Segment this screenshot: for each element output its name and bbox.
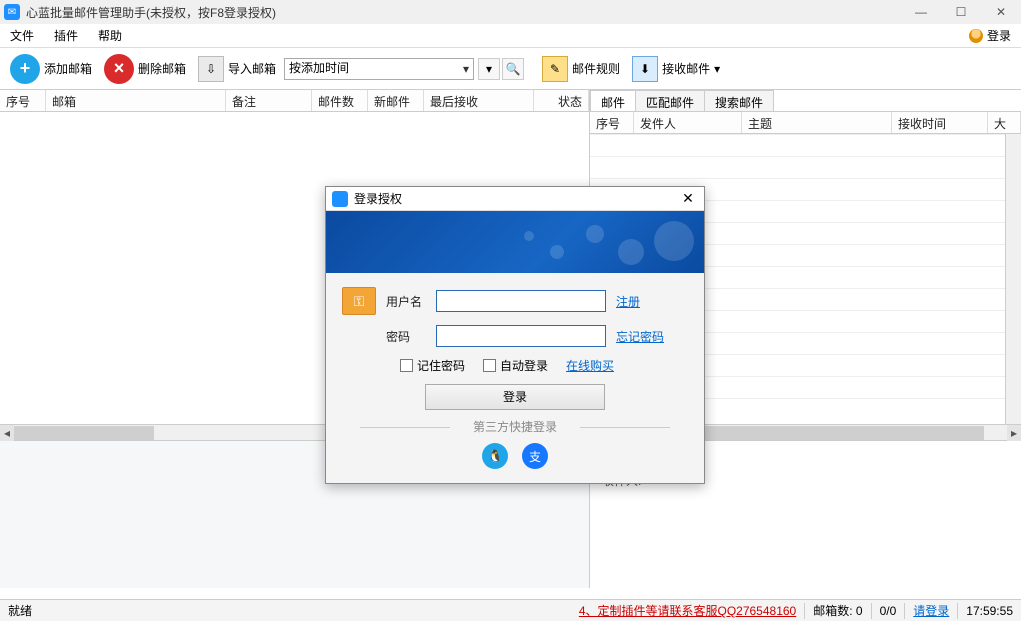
sort-selected: 按添加时间 [289,61,349,75]
receive-mail-button[interactable]: ⬇ 接收邮件 [628,51,724,87]
col-remark[interactable]: 备注 [226,90,312,111]
mail-grid-header: 序号 发件人 主题 接收时间 大 [590,112,1021,134]
login-dialog: 登录授权 ✕ ⚿ 用户名 注册 密码 忘记密码 记住密码 自动登录 [325,186,705,484]
col-state[interactable]: 状态 [534,90,589,111]
mcol-subject[interactable]: 主题 [742,112,892,133]
mailbox-grid-header: 序号 邮箱 备注 邮件数 新邮件 最后接收 状态 [0,90,589,112]
mailbox-count: 邮箱数: 0 [813,602,862,619]
mcol-seq[interactable]: 序号 [590,112,634,133]
tab-match[interactable]: 匹配邮件 [635,90,705,111]
add-mailbox-label: 添加邮箱 [44,60,92,77]
status-ready: 就绪 [8,602,32,619]
user-icon [969,29,983,43]
menu-file[interactable]: 文件 [0,24,44,47]
maximize-button[interactable]: ☐ [941,0,981,24]
qq-login-icon[interactable]: 🐧 [482,443,508,469]
delete-mailbox-label: 删除邮箱 [138,60,186,77]
mail-rules-button[interactable]: ✎ 邮件规则 [538,51,624,87]
login-label: 登录 [987,27,1011,44]
import-mailbox-label: 导入邮箱 [228,60,276,77]
app-title: 心蓝批量邮件管理助手(未授权，按F8登录授权) [26,4,276,21]
mail-tabs: 邮件 匹配邮件 搜索邮件 [590,90,1021,112]
col-mailbox[interactable]: 邮箱 [46,90,226,111]
col-count[interactable]: 邮件数 [312,90,368,111]
remember-checkbox[interactable]: 记住密码 [400,357,465,374]
dialog-titlebar[interactable]: 登录授权 ✕ [326,187,704,211]
buy-link[interactable]: 在线购买 [566,357,614,374]
checkbox-icon [483,359,496,372]
username-label: 用户名 [386,293,426,310]
dialog-banner [326,211,704,273]
dialog-title: 登录授权 [354,190,402,207]
dialog-app-icon [332,191,348,207]
dialog-body: ⚿ 用户名 注册 密码 忘记密码 记住密码 自动登录 在线购买 登录 第三方快捷… [326,273,704,483]
register-link[interactable]: 注册 [616,293,640,310]
clock: 17:59:55 [966,604,1013,618]
toolbar: + 添加邮箱 × 删除邮箱 ⇩ 导入邮箱 按添加时间 ▾ 🔍 ✎ 邮件规则 ⬇ … [0,48,1021,90]
mcol-recv[interactable]: 接收时间 [892,112,988,133]
scroll-thumb[interactable] [14,426,154,440]
tab-mail[interactable]: 邮件 [590,90,636,111]
minimize-button[interactable]: — [901,0,941,24]
dialog-close-icon[interactable]: ✕ [678,190,698,207]
key-icon: ⚿ [342,287,376,315]
thirdparty-label: 第三方快捷登录 [342,418,688,435]
mail-rules-label: 邮件规则 [572,60,620,77]
add-mailbox-button[interactable]: + 添加邮箱 [6,51,96,87]
app-icon: ✉ [4,4,20,20]
close-button[interactable]: ✕ [981,0,1021,24]
thirdparty-icons: 🐧 支 [342,435,688,473]
please-login-link[interactable]: 请登录 [913,602,949,619]
login-button[interactable]: 登录 [425,384,605,410]
receive-icon: ⬇ [632,56,658,82]
menu-plugin[interactable]: 插件 [44,24,88,47]
receive-mail-label: 接收邮件 [662,60,710,77]
window-buttons: — ☐ ✕ [901,0,1021,24]
delete-mailbox-button[interactable]: × 删除邮箱 [100,51,190,87]
remember-label: 记住密码 [417,357,465,374]
mail-vscroll[interactable] [1005,134,1021,424]
autologin-label: 自动登录 [500,357,548,374]
mcol-size[interactable]: 大 [988,112,1021,133]
forgot-link[interactable]: 忘记密码 [616,328,664,345]
mcol-sender[interactable]: 发件人 [634,112,742,133]
rules-icon: ✎ [542,56,568,82]
x-icon: × [104,54,134,84]
sort-dropdown[interactable]: 按添加时间 [284,58,474,80]
import-icon: ⇩ [198,56,224,82]
mscroll-right-icon[interactable]: ▸ [1007,425,1021,441]
search-button[interactable]: 🔍 [502,58,524,80]
col-new[interactable]: 新邮件 [368,90,424,111]
tab-search[interactable]: 搜索邮件 [704,90,774,111]
menu-help[interactable]: 帮助 [88,24,132,47]
scroll-left-icon[interactable]: ◂ [0,425,14,441]
col-seq[interactable]: 序号 [0,90,46,111]
col-last[interactable]: 最后接收 [424,90,534,111]
login-link[interactable]: 登录 [969,24,1021,47]
username-input[interactable] [436,290,606,312]
password-input[interactable] [436,325,606,347]
plus-icon: + [10,54,40,84]
ratio: 0/0 [880,604,897,618]
status-bar: 就绪 4、定制插件等请联系客服QQ276548160 邮箱数: 0 0/0 请登… [0,599,1021,621]
menu-bar: 文件 插件 帮助 登录 [0,24,1021,48]
import-mailbox-button[interactable]: ⇩ 导入邮箱 [194,51,280,87]
dropdown-arrow-button[interactable]: ▾ [478,58,500,80]
alipay-login-icon[interactable]: 支 [522,443,548,469]
autologin-checkbox[interactable]: 自动登录 [483,357,548,374]
password-label: 密码 [386,328,426,345]
promo-link[interactable]: 4、定制插件等请联系客服QQ276548160 [579,602,796,619]
checkbox-icon [400,359,413,372]
title-bar: ✉ 心蓝批量邮件管理助手(未授权，按F8登录授权) — ☐ ✕ [0,0,1021,24]
